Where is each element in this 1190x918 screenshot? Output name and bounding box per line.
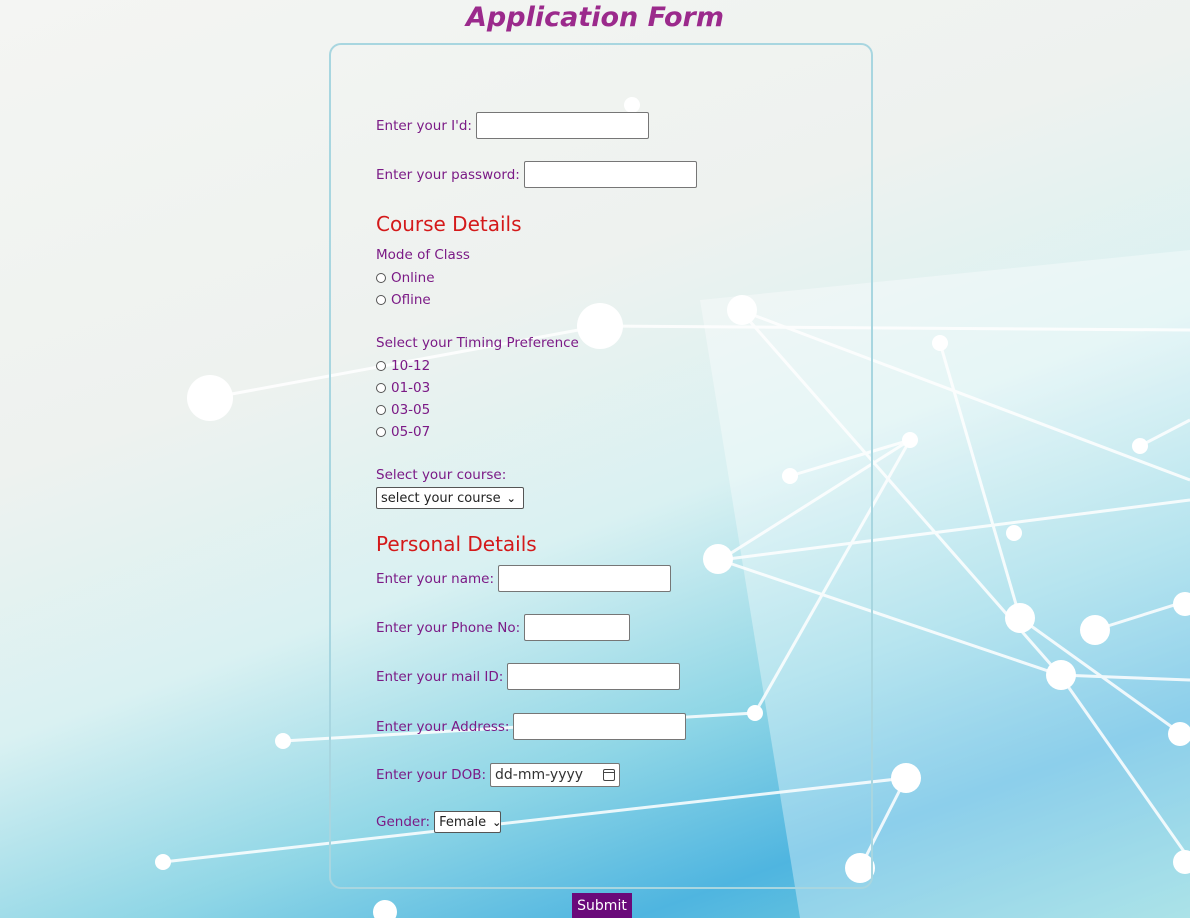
name-input[interactable] bbox=[498, 565, 672, 592]
phone-label: Enter your Phone No: bbox=[376, 619, 521, 636]
gender-label: Gender: bbox=[376, 814, 431, 830]
phone-row: Enter your Phone No: bbox=[376, 614, 631, 641]
address-label: Enter your Address: bbox=[376, 718, 510, 735]
id-row: Enter your I'd: bbox=[376, 112, 649, 139]
page-title: Application Form bbox=[466, 2, 724, 33]
dob-label: Enter your DOB: bbox=[376, 767, 487, 783]
dob-row: Enter your DOB: dd-mm-yyyy bbox=[376, 763, 621, 787]
radio-offline[interactable] bbox=[376, 295, 386, 305]
timing-option-4[interactable]: 05-07 bbox=[376, 424, 430, 440]
phone-input[interactable] bbox=[524, 614, 631, 641]
radio-timing-3[interactable] bbox=[376, 405, 386, 415]
address-input[interactable] bbox=[513, 713, 687, 740]
password-input[interactable] bbox=[523, 161, 697, 188]
radio-timing-4[interactable] bbox=[376, 427, 386, 437]
id-input[interactable] bbox=[475, 112, 649, 139]
id-label: Enter your I'd: bbox=[376, 117, 472, 134]
calendar-icon[interactable] bbox=[603, 769, 616, 781]
address-row: Enter your Address: bbox=[376, 713, 687, 740]
radio-timing-2[interactable] bbox=[376, 383, 386, 393]
name-label: Enter your name: bbox=[376, 570, 495, 587]
mail-row: Enter your mail ID: bbox=[376, 663, 681, 690]
radio-timing-1[interactable] bbox=[376, 361, 386, 371]
mail-input[interactable] bbox=[507, 663, 681, 690]
timing-option-1[interactable]: 10-12 bbox=[376, 358, 430, 374]
radio-online[interactable] bbox=[376, 273, 386, 283]
timing-option-2[interactable]: 01-03 bbox=[376, 380, 430, 396]
mode-option-online[interactable]: Online bbox=[376, 270, 435, 286]
chevron-down-icon: ⌄ bbox=[506, 491, 516, 505]
gender-select[interactable]: Female ⌄ bbox=[434, 811, 501, 833]
course-select[interactable]: select your course ⌄ bbox=[376, 487, 524, 509]
chevron-down-icon: ⌄ bbox=[492, 815, 502, 829]
course-label: Select your course: bbox=[376, 467, 507, 483]
password-label: Enter your password: bbox=[376, 166, 520, 183]
course-select-row: select your course ⌄ bbox=[376, 487, 524, 509]
submit-button[interactable]: Submit bbox=[572, 893, 632, 918]
name-row: Enter your name: bbox=[376, 565, 672, 592]
timing-option-3[interactable]: 03-05 bbox=[376, 402, 430, 418]
timing-label: Select your Timing Preference bbox=[376, 335, 579, 351]
mode-of-class-label: Mode of Class bbox=[376, 247, 470, 263]
personal-details-heading: Personal Details bbox=[376, 532, 537, 556]
gender-row: Gender: Female ⌄ bbox=[376, 811, 501, 833]
dob-input[interactable]: dd-mm-yyyy bbox=[490, 763, 621, 787]
mode-option-offline[interactable]: Ofline bbox=[376, 292, 431, 308]
password-row: Enter your password: bbox=[376, 161, 697, 188]
mail-label: Enter your mail ID: bbox=[376, 668, 504, 685]
course-details-heading: Course Details bbox=[376, 212, 522, 236]
